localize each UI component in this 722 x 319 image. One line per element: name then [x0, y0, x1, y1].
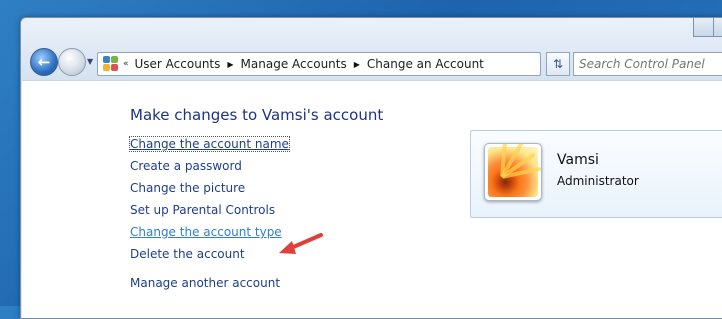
avatar	[484, 143, 542, 201]
delete-account-link[interactable]: Delete the account	[130, 247, 245, 261]
account-role: Administrator	[557, 174, 639, 188]
breadcrumb-separator-icon[interactable]: ▶	[354, 60, 360, 69]
minimize-button[interactable]	[693, 18, 715, 37]
back-arrow-icon: ←	[37, 52, 51, 71]
user-accounts-window: ← → ▼ « User Accounts ▶ Manage Accounts …	[20, 17, 722, 319]
refresh-icon: ⇅	[552, 57, 564, 71]
flower-picture-icon	[488, 144, 541, 197]
account-name: Vamsi	[557, 152, 599, 168]
breadcrumb-overflow-icon[interactable]: «	[123, 59, 129, 69]
refresh-button[interactable]: ⇅	[546, 52, 570, 76]
search-input[interactable]	[579, 57, 722, 71]
forward-button[interactable]: →	[58, 48, 86, 76]
account-card: Vamsi Administrator	[470, 130, 722, 218]
parental-controls-link[interactable]: Set up Parental Controls	[130, 203, 275, 217]
window-toolbar: ← → ▼ « User Accounts ▶ Manage Accounts …	[21, 18, 722, 80]
breadcrumb-manage-accounts[interactable]: Manage Accounts	[241, 57, 347, 71]
breadcrumb-user-accounts[interactable]: User Accounts	[135, 57, 221, 71]
page-title: Make changes to Vamsi's account	[130, 106, 384, 124]
search-box[interactable]	[573, 52, 722, 76]
recent-pages-dropdown-icon[interactable]: ▼	[87, 57, 93, 66]
content-pane: Make changes to Vamsi's account Change t…	[22, 80, 722, 318]
change-account-name-link[interactable]: Change the account name	[129, 136, 290, 152]
forward-arrow-icon: →	[65, 52, 79, 71]
breadcrumb-change-an-account[interactable]: Change an Account	[367, 57, 484, 71]
change-picture-link[interactable]: Change the picture	[130, 181, 245, 195]
red-arrow-icon	[279, 233, 323, 254]
address-bar[interactable]: « User Accounts ▶ Manage Accounts ▶ Chan…	[97, 52, 541, 76]
create-password-link[interactable]: Create a password	[130, 159, 242, 173]
control-panel-icon	[103, 56, 119, 72]
change-account-type-link[interactable]: Change the account type	[130, 225, 282, 239]
maximize-button[interactable]	[713, 18, 722, 37]
back-button[interactable]: ←	[30, 48, 58, 76]
manage-another-account-link[interactable]: Manage another account	[130, 276, 280, 290]
breadcrumb-separator-icon[interactable]: ▶	[227, 60, 233, 69]
